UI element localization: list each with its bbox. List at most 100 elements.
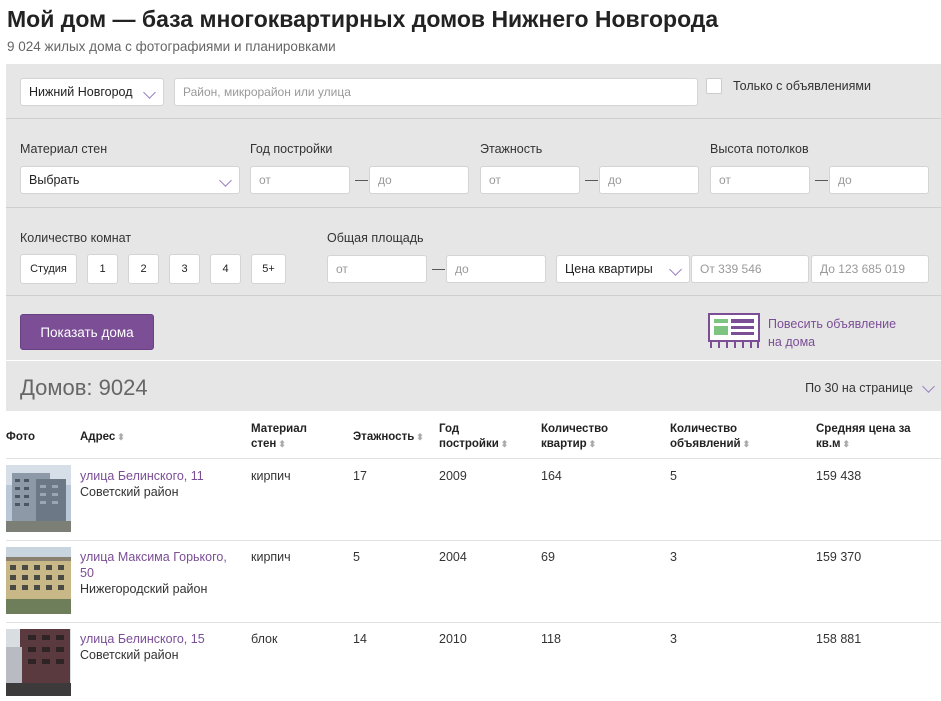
- col-material[interactable]: Материал стен ⬍: [251, 422, 307, 452]
- price-to-input[interactable]: До 123 685 019: [811, 255, 929, 283]
- flats-cell: 118: [541, 632, 561, 646]
- sort-icon: ⬍: [842, 439, 851, 449]
- district-text: Нижегородский район: [80, 582, 208, 596]
- year-to-input[interactable]: до: [369, 166, 469, 194]
- rooms-4-button[interactable]: 4: [210, 254, 241, 284]
- divider: [6, 295, 941, 296]
- address-link[interactable]: улица Белинского, 11: [80, 468, 204, 484]
- post-ad-link[interactable]: Повесить объявление на дома: [768, 315, 918, 351]
- address-cell: улица Белинского, 11 Советский район: [80, 468, 204, 500]
- house-photo[interactable]: [6, 547, 71, 614]
- sort-icon: ⬍: [588, 439, 597, 449]
- flats-cell: 69: [541, 550, 555, 564]
- divider: [6, 207, 941, 208]
- col-floors[interactable]: Этажность ⬍: [353, 430, 424, 445]
- rooms-1-button[interactable]: 1: [87, 254, 118, 284]
- only-ads-checkbox[interactable]: [706, 78, 722, 94]
- city-select[interactable]: Нижний Новгород: [20, 78, 164, 106]
- sort-icon: ⬍: [117, 432, 125, 442]
- floors-cell: 5: [353, 550, 360, 564]
- floors-cell: 14: [353, 632, 367, 646]
- price-from-input[interactable]: От 339 546: [691, 255, 809, 283]
- ads-cell: 3: [670, 632, 677, 646]
- price-cell: 159 370: [816, 550, 862, 564]
- col-year-label-1: Год: [439, 423, 460, 435]
- year-cell: 2009: [439, 469, 467, 483]
- chevron-down-icon: [219, 174, 232, 187]
- col-floors-label: Этажность: [353, 431, 415, 443]
- material-select-value: Выбрать: [29, 173, 80, 187]
- ads-cell: 5: [670, 469, 677, 483]
- col-year[interactable]: Год постройки ⬍: [439, 422, 508, 452]
- post-ad-icon[interactable]: [708, 313, 760, 349]
- range-dash: —: [815, 172, 828, 187]
- material-label: Материал стен: [20, 142, 108, 156]
- area-label: Общая площадь: [327, 231, 424, 245]
- location-search-input[interactable]: Район, микрорайон или улица: [174, 78, 698, 106]
- col-address-label: Адрес: [80, 431, 116, 443]
- rooms-2-button[interactable]: 2: [128, 254, 159, 284]
- divider: [6, 118, 941, 119]
- range-dash: —: [355, 172, 368, 187]
- col-photo: Фото: [6, 430, 35, 445]
- sort-icon: ⬍: [500, 439, 509, 449]
- house-photo[interactable]: [6, 629, 71, 696]
- year-label: Год постройки: [250, 142, 333, 156]
- page-subtitle: 9 024 жилых дома с фотографиями и планир…: [7, 39, 336, 54]
- col-material-label-1: Материал: [251, 423, 307, 435]
- col-price[interactable]: Средняя цена за кв.м ⬍: [816, 422, 911, 452]
- address-link[interactable]: улица Белинского, 15: [80, 631, 205, 647]
- col-flats-label-1: Количество: [541, 423, 609, 435]
- per-page-select[interactable]: По 30 на странице: [805, 380, 935, 395]
- material-cell: кирпич: [251, 550, 291, 564]
- post-ad-link-line2: на дома: [768, 335, 816, 349]
- address-cell: улица Белинского, 15 Советский район: [80, 631, 205, 663]
- price-cell: 159 438: [816, 469, 862, 483]
- rooms-studio-button[interactable]: Студия: [20, 254, 77, 284]
- divider: [6, 458, 941, 459]
- house-photo[interactable]: [6, 465, 71, 532]
- results-count: Домов: 9024: [20, 375, 148, 400]
- ceiling-to-input[interactable]: до: [829, 166, 929, 194]
- year-from-input[interactable]: от: [250, 166, 350, 194]
- ceiling-from-input[interactable]: от: [710, 166, 810, 194]
- rooms-5plus-button[interactable]: 5+: [251, 254, 286, 284]
- chevron-down-icon: [669, 263, 682, 276]
- floors-from-input[interactable]: от: [480, 166, 580, 194]
- sort-icon: ⬍: [742, 439, 751, 449]
- material-cell: блок: [251, 632, 278, 646]
- floors-label: Этажность: [480, 142, 543, 156]
- only-ads-label: Только с объявлениями: [733, 79, 872, 93]
- floors-to-input[interactable]: до: [599, 166, 699, 194]
- price-type-select[interactable]: Цена квартиры: [556, 255, 690, 283]
- post-ad-link-line1: Повесить объявление: [768, 317, 897, 331]
- floors-cell: 17: [353, 469, 367, 483]
- range-dash: —: [432, 261, 445, 276]
- sort-icon: ⬍: [278, 439, 286, 449]
- area-from-input[interactable]: от: [327, 255, 427, 283]
- show-houses-button[interactable]: Показать дома: [20, 314, 154, 350]
- address-link[interactable]: улица Максима Горького,: [80, 549, 227, 565]
- col-year-label-2: постройки: [439, 438, 499, 450]
- col-ads[interactable]: Количество объявлений ⬍: [670, 422, 750, 452]
- year-cell: 2010: [439, 632, 467, 646]
- rooms-3-button[interactable]: 3: [169, 254, 200, 284]
- col-material-label-2: стен: [251, 438, 277, 450]
- col-flats[interactable]: Количество квартир ⬍: [541, 422, 608, 452]
- area-to-input[interactable]: до: [446, 255, 546, 283]
- price-type-value: Цена квартиры: [565, 262, 653, 276]
- address-cell: улица Максима Горького, 50 Нижегородский…: [80, 549, 227, 597]
- flats-cell: 164: [541, 469, 562, 483]
- results-bar: Домов: 9024 По 30 на странице: [6, 361, 941, 411]
- col-address[interactable]: Адрес ⬍: [80, 430, 125, 445]
- ceiling-label: Высота потолков: [710, 142, 809, 156]
- address-link-cont[interactable]: 50: [80, 565, 227, 581]
- range-dash: —: [585, 172, 598, 187]
- chevron-down-icon: [143, 86, 156, 99]
- divider: [6, 622, 941, 623]
- col-flats-label-2: квартир: [541, 438, 587, 450]
- chevron-down-icon: [922, 380, 935, 393]
- col-ads-label-2: объявлений: [670, 438, 741, 450]
- year-cell: 2004: [439, 550, 467, 564]
- material-select[interactable]: Выбрать: [20, 166, 240, 194]
